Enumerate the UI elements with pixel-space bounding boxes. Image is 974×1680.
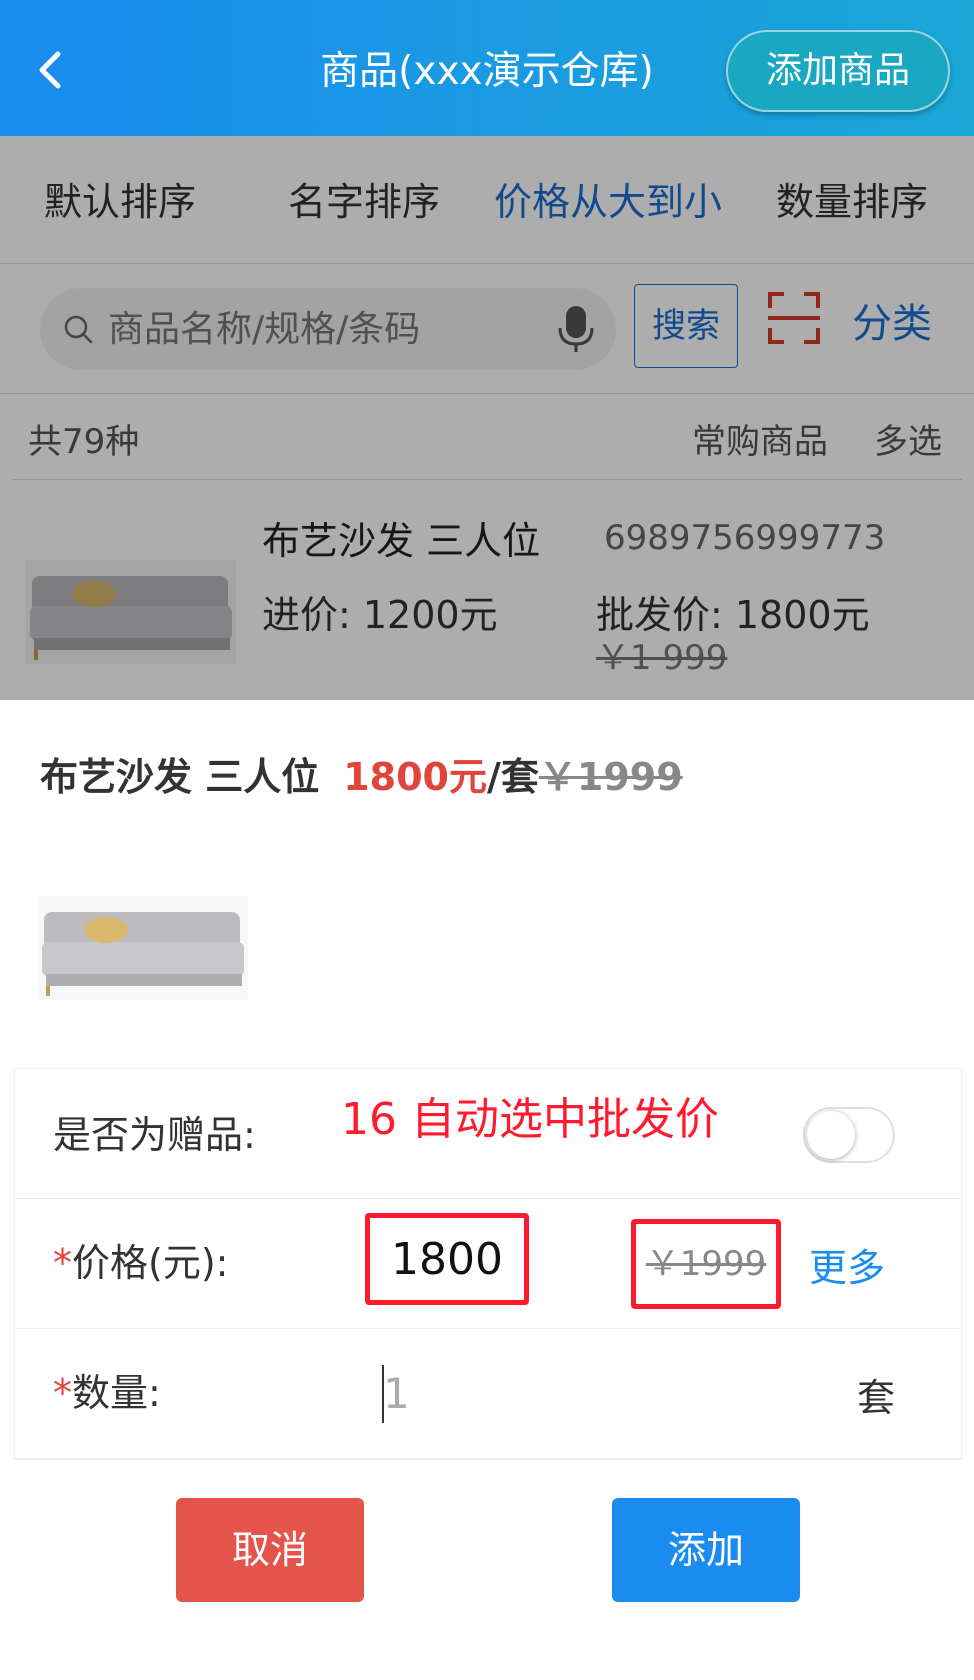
required-mark: * bbox=[53, 1371, 72, 1415]
popup-title: 布艺沙发 三人位 1800元/套￥1999 bbox=[40, 746, 683, 801]
quantity-input[interactable] bbox=[383, 1361, 683, 1425]
annotation-text: 16 自动选中批发价 bbox=[341, 1094, 719, 1145]
price-row: *价格(元): ￥1999 更多 bbox=[15, 1199, 961, 1329]
price-highlight-box bbox=[365, 1213, 529, 1305]
price-input[interactable] bbox=[370, 1218, 524, 1300]
original-price-highlight: ￥1999 bbox=[631, 1219, 781, 1309]
app-header: 商品(xxx演示仓库) 添加商品 bbox=[0, 0, 974, 136]
quantity-label-text: 数量: bbox=[72, 1371, 161, 1415]
popup-price: 1800元 bbox=[343, 755, 487, 799]
price-label: *价格(元): bbox=[53, 1235, 228, 1291]
quantity-unit: 套 bbox=[857, 1376, 896, 1420]
add-goods-button[interactable]: 添加商品 bbox=[726, 30, 950, 112]
quantity-label: *数量: bbox=[53, 1365, 161, 1421]
quantity-row: *数量: 套 bbox=[15, 1329, 961, 1459]
modal-overlay[interactable] bbox=[0, 136, 974, 700]
add-button[interactable]: 添加 bbox=[612, 1498, 800, 1602]
text-cursor bbox=[382, 1365, 384, 1423]
item-form: 是否为赠品: 16 自动选中批发价 *价格(元): ￥1999 更多 *数量: … bbox=[14, 1068, 962, 1460]
more-link[interactable]: 更多 bbox=[809, 1237, 885, 1292]
gift-row: 是否为赠品: 16 自动选中批发价 bbox=[15, 1069, 961, 1199]
toggle-knob bbox=[807, 1111, 855, 1159]
add-item-popup: 布艺沙发 三人位 1800元/套￥1999 是否为赠品: 16 自动选中批发价 *… bbox=[0, 700, 974, 1680]
price-label-text: 价格(元): bbox=[72, 1241, 229, 1285]
gift-toggle[interactable] bbox=[803, 1107, 895, 1163]
required-mark: * bbox=[53, 1241, 72, 1285]
cancel-button[interactable]: 取消 bbox=[176, 1498, 364, 1602]
popup-product-image bbox=[38, 896, 248, 1000]
popup-unit: /套 bbox=[487, 755, 539, 799]
popup-product-name: 布艺沙发 三人位 bbox=[40, 755, 320, 799]
gift-label: 是否为赠品: bbox=[53, 1113, 256, 1157]
popup-original-price: ￥1999 bbox=[538, 755, 683, 799]
